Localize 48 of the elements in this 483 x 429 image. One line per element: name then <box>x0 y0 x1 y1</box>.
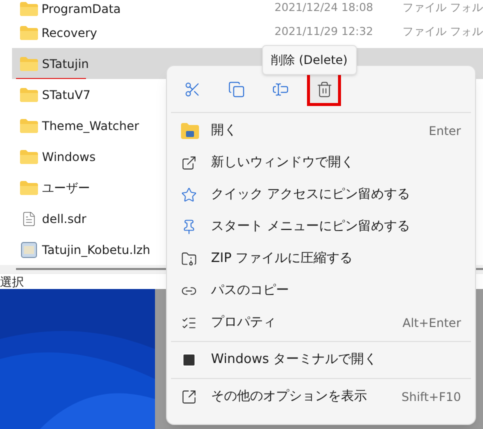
menu-item[interactable]: クイック アクセスにピン留めする <box>171 179 471 211</box>
file-name: Theme_Watcher <box>42 118 140 134</box>
menu-item[interactable]: Windows ターミナルで開く <box>171 344 471 376</box>
folder-icon <box>20 88 38 102</box>
folder-icon <box>20 56 38 70</box>
file-icon <box>21 210 37 226</box>
shortcut-text: Enter <box>428 123 461 140</box>
file-name: ProgramData <box>42 0 121 18</box>
scissors-icon <box>184 80 200 98</box>
modified-date: 2021/11/29 12:32 <box>274 24 374 40</box>
menu-item[interactable]: 開く Enter <box>171 115 471 147</box>
status-text: 選択 <box>0 276 24 288</box>
rename-icon <box>272 80 288 98</box>
folder-icon <box>20 150 38 164</box>
delete-icon <box>316 80 332 98</box>
shortcut-text: Alt+Enter <box>402 315 461 332</box>
archive-icon <box>21 242 37 258</box>
menu-item[interactable]: スタート メニューにピン留めする <box>171 211 471 243</box>
copy-icon <box>228 80 244 98</box>
file-name: dell.sdr <box>42 210 86 228</box>
file-name: Tatujin_Kobetu.lzh <box>42 242 150 258</box>
file-name: Windows <box>42 148 96 166</box>
folder-icon <box>20 26 38 40</box>
menu-item[interactable]: 新しいウィンドウで開く <box>171 147 471 179</box>
file-name: STatujin <box>42 56 89 72</box>
pin-icon <box>181 219 197 235</box>
menu-item[interactable]: その他のオプションを表示 Shift+F10 <box>171 381 471 413</box>
folder-icon <box>20 180 38 194</box>
folder-icon <box>20 118 38 132</box>
menu-item[interactable]: プロパティ Alt+Enter <box>171 307 471 339</box>
file-name: ユーザー <box>42 180 90 196</box>
menu-item[interactable]: ZIP ファイルに圧縮する <box>171 243 471 275</box>
modified-date: 2021/12/24 18:08 <box>274 0 374 16</box>
new-window-icon <box>181 155 197 171</box>
file-name: STatuV7 <box>42 86 90 104</box>
file-type: ファイル フォル <box>402 24 483 40</box>
file-name: Recovery <box>42 24 98 42</box>
more-options-icon <box>181 389 197 405</box>
file-type: ファイル フォル <box>402 0 483 16</box>
folder-icon <box>181 123 199 139</box>
menu-item[interactable]: パスのコピー <box>171 275 471 307</box>
folder-icon <box>20 2 38 16</box>
shortcut-text: Shift+F10 <box>401 389 461 406</box>
star-icon <box>181 187 197 203</box>
delete-button[interactable] <box>307 72 341 106</box>
properties-icon <box>181 315 197 331</box>
zip-folder-icon <box>181 251 197 267</box>
tooltip: 削除 (Delete) <box>262 45 357 75</box>
